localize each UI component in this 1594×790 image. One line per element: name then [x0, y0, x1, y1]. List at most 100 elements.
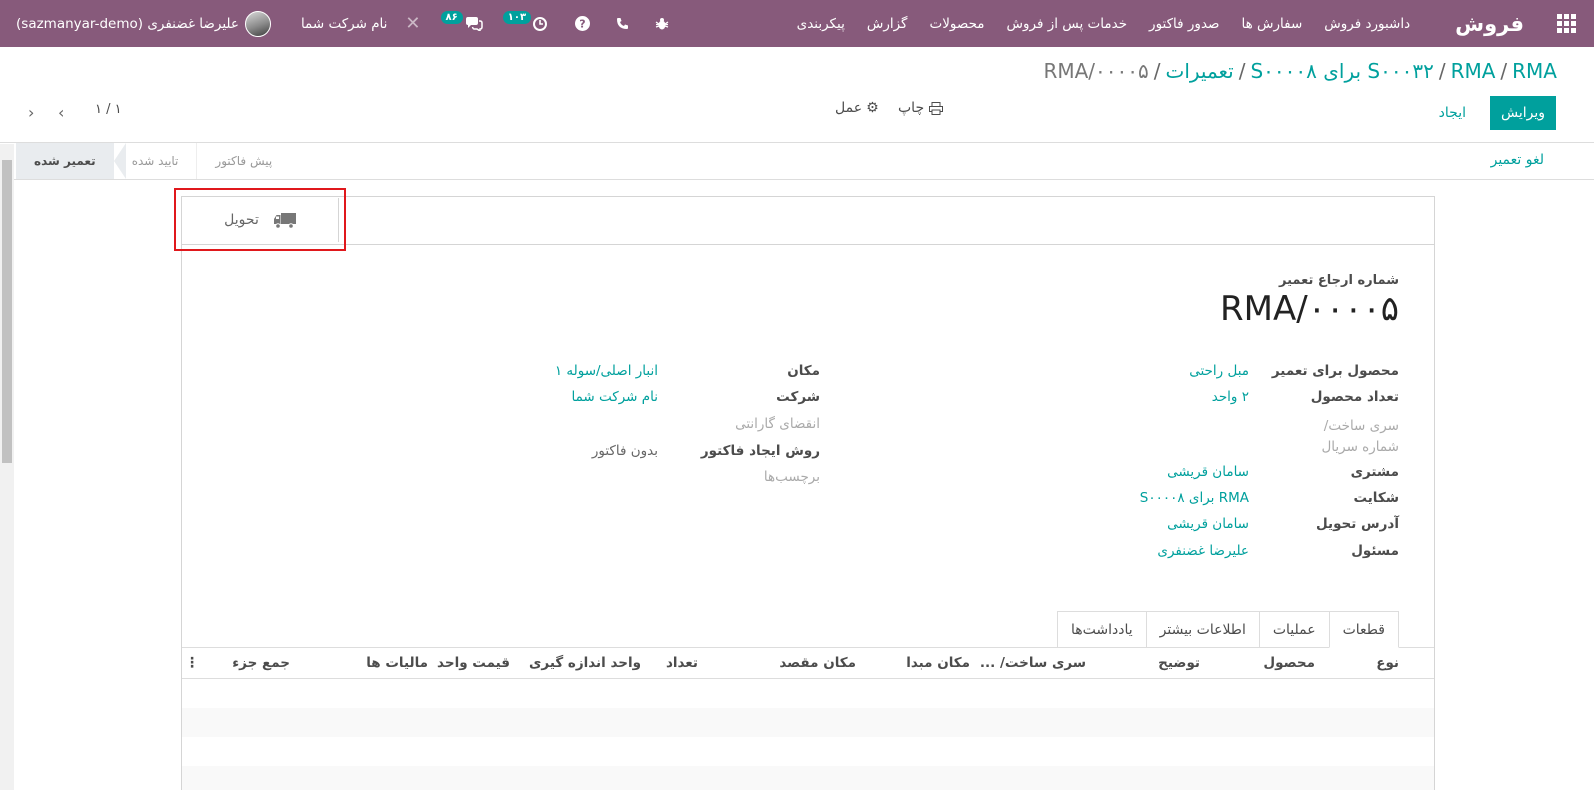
field-label[interactable]: انقضای گارانتی: [658, 416, 820, 432]
company-switcher[interactable]: نام شرکت شما: [301, 16, 387, 32]
field-label: مکان: [787, 363, 820, 379]
edit-button[interactable]: ویرایش: [1490, 96, 1556, 130]
complaint-link[interactable]: RMA برای S۰۰۰۰۸: [1140, 490, 1249, 506]
avatar[interactable]: [244, 10, 271, 37]
field-invoice-method: روش ایجاد فاکتور بدون فاکتور: [592, 443, 820, 459]
menu-sales-dashboard[interactable]: داشبورد فروش: [1313, 16, 1421, 32]
menu-invoicing[interactable]: صدور فاکتور: [1138, 16, 1230, 32]
repair-reference-label: شماره ارجاع تعمیر: [1279, 273, 1399, 288]
notebook-tabs: قطعات عملیات اطلاعات بیشتر یادداشت‌ها: [1056, 611, 1399, 648]
company-link[interactable]: نام شرکت شما: [572, 389, 658, 405]
qty-value[interactable]: ۲ واحد: [1212, 389, 1249, 405]
menu-orders[interactable]: سفارش ها: [1231, 16, 1314, 32]
field-label: آدرس تحویل: [1315, 516, 1399, 532]
page-title: RMA/۰۰۰۰۵: [1220, 289, 1399, 329]
column-header-subtotal[interactable]: جمع جزء: [232, 655, 290, 671]
field-lot-serial: سری ساخت/ شماره سریال: [1284, 416, 1399, 458]
debug-icon[interactable]: [655, 17, 669, 31]
top-navbar: فروش داشبورد فروش سفارش ها صدور فاکتور خ…: [0, 0, 1594, 47]
column-header-quantity[interactable]: تعداد: [666, 655, 698, 671]
column-header-product[interactable]: محصول: [1263, 655, 1315, 671]
gear-icon: ⚙: [866, 100, 879, 116]
form-sheet: تحویل شماره ارجاع تعمیر RMA/۰۰۰۰۵ محصول …: [181, 196, 1435, 790]
user-menu[interactable]: علیرضا غضنفری (sazmanyar-demo): [0, 16, 239, 32]
svg-text:?: ?: [579, 18, 585, 31]
field-label: روش ایجاد فاکتور: [700, 443, 820, 459]
field-company: شرکت نام شرکت شما: [572, 389, 820, 405]
parts-table-header: نوع محصول توضیح سری ساخت/ ... مکان مبدا …: [182, 647, 1434, 679]
field-complaint: شکایت RMA برای S۰۰۰۰۸: [1140, 490, 1399, 506]
menu-reporting[interactable]: گزارش: [856, 16, 919, 32]
smart-button-box: تحویل: [182, 197, 1434, 245]
menu-products[interactable]: محصولات: [919, 16, 996, 32]
create-button[interactable]: ایجاد: [1427, 96, 1478, 130]
breadcrumb: S۰۰۰۳۲/RMA/RMA برای S۰۰۰۰۸/تعمیرات/RMA/۰…: [1043, 59, 1557, 83]
menu-after-sales[interactable]: خدمات پس از فروش: [996, 16, 1139, 32]
stage-confirmed[interactable]: تایید شده: [114, 143, 198, 179]
menu-configuration[interactable]: پیکربندی: [786, 16, 856, 32]
column-options-icon[interactable]: ⋮: [185, 655, 199, 671]
close-icon[interactable]: ✕: [405, 13, 420, 34]
scrollbar-thumb[interactable]: [2, 160, 12, 463]
activities-badge: ۱۰۳: [502, 11, 532, 24]
field-delivery-address: آدرس تحویل سامان قریشی: [1167, 516, 1399, 532]
apps-menu-icon[interactable]: [1538, 0, 1594, 47]
status-bar: لغو تعمیر پیش فاکتور تایید شده تعمیر شده: [0, 142, 1594, 180]
column-header-description[interactable]: توضیح: [1158, 655, 1200, 671]
invoice-method-value[interactable]: بدون فاکتور: [592, 443, 658, 459]
field-responsible: مسئول علیرضا غضنفری: [1157, 543, 1399, 559]
breadcrumb-item-order[interactable]: S۰۰۰۳۲: [1367, 59, 1433, 83]
cancel-repair-button[interactable]: لغو تعمیر: [1491, 152, 1544, 168]
field-label: مسئول: [1351, 543, 1399, 559]
tab-operations[interactable]: عملیات: [1258, 611, 1329, 648]
help-icon[interactable]: ?: [575, 16, 591, 31]
breadcrumb-current: RMA/۰۰۰۰۵: [1043, 59, 1149, 83]
tab-extra-info[interactable]: اطلاعات بیشتر: [1145, 611, 1259, 648]
app-brand[interactable]: فروش: [1421, 12, 1538, 36]
delivery-address-link[interactable]: سامان قریشی: [1167, 516, 1249, 532]
column-header-lot[interactable]: سری ساخت/ ...: [980, 655, 1086, 671]
breadcrumb-item-rma[interactable]: RMA: [1451, 59, 1496, 83]
print-label: چاپ: [898, 100, 925, 116]
column-header-uom[interactable]: واحد اندازه گیری: [529, 655, 641, 671]
customer-link[interactable]: سامان قریشی: [1167, 464, 1249, 480]
action-button[interactable]: ⚙ عمل: [835, 100, 879, 116]
field-warranty-expiry: انقضای گارانتی: [658, 416, 820, 432]
table-row: [182, 679, 1434, 708]
column-header-taxes[interactable]: مالیات ها: [366, 655, 428, 671]
pager-next-icon[interactable]: ›: [28, 103, 34, 122]
column-header-type[interactable]: نوع: [1376, 655, 1399, 671]
column-header-unit-price[interactable]: قیمت واحد: [437, 655, 510, 671]
tab-parts[interactable]: قطعات: [1328, 611, 1399, 648]
pager-previous-icon[interactable]: ‹: [58, 103, 64, 122]
vertical-scrollbar[interactable]: [0, 144, 14, 790]
field-label: مشتری: [1350, 464, 1399, 480]
field-label: سری ساخت/ شماره سریال: [1321, 418, 1399, 455]
field-label: شکایت: [1353, 490, 1399, 506]
tab-notes[interactable]: یادداشت‌ها: [1056, 611, 1146, 648]
field-label[interactable]: برچسب‌ها: [658, 469, 820, 485]
action-label: عمل: [835, 100, 863, 116]
product-link[interactable]: مبل راحتی: [1189, 363, 1249, 379]
location-link[interactable]: انبار اصلی/سوله ۱: [555, 363, 658, 379]
table-row: [182, 766, 1434, 790]
field-product-qty: تعداد محصول ۲ واحد: [1212, 389, 1399, 405]
field-label: تعداد محصول: [1310, 389, 1399, 405]
table-row: [182, 708, 1434, 737]
print-button[interactable]: چاپ: [898, 100, 944, 116]
responsible-link[interactable]: علیرضا غضنفری: [1157, 543, 1249, 559]
highlight-box: [174, 188, 346, 251]
messaging-icon[interactable]: ۸۶: [440, 11, 483, 31]
column-header-dest-location[interactable]: مکان مقصد: [779, 655, 856, 671]
stage-repaired: تعمیر شده: [16, 143, 114, 179]
table-row: [182, 737, 1434, 766]
field-product-to-repair: محصول برای تعمیر مبل راحتی: [1189, 363, 1399, 379]
breadcrumb-item-repairs[interactable]: تعمیرات: [1165, 59, 1233, 83]
print-icon: [929, 101, 944, 115]
stage-quotation[interactable]: پیش فاکتور: [197, 143, 290, 179]
activity-icon[interactable]: ۱۰۳: [502, 11, 548, 31]
pager-value[interactable]: ۱ / ۱: [95, 102, 122, 117]
field-label: شرکت: [776, 389, 820, 405]
column-header-source-location[interactable]: مکان مبدا: [906, 655, 970, 671]
phone-icon[interactable]: [616, 17, 629, 30]
